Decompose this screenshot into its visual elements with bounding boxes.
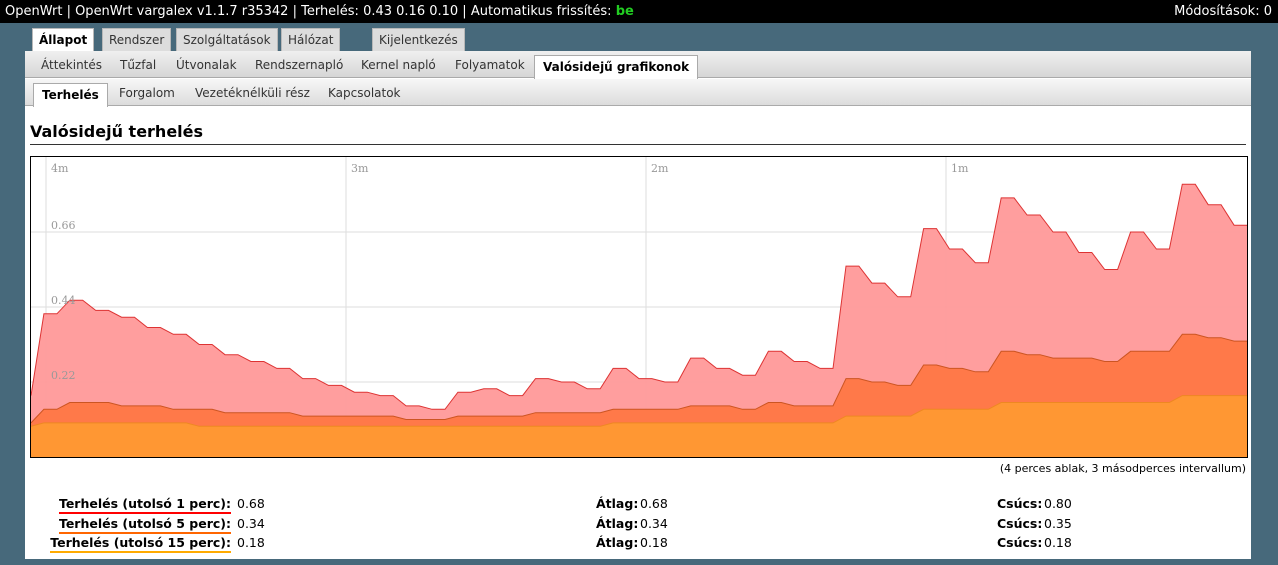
stat-label: Terhelés (utolsó 1 perc): <box>58 494 231 514</box>
stat-current: 0.18 <box>237 535 265 550</box>
stats-row-1min: Terhelés (utolsó 1 perc): 0.68 Átlag: 0.… <box>25 494 1251 514</box>
x-tick-label: 1m <box>951 162 969 175</box>
stat-avg-label: Átlag: <box>596 516 639 531</box>
stat-label-text: Terhelés (utolsó 15 perc): <box>50 535 231 553</box>
stat-peak-label: Csúcs: <box>997 496 1043 511</box>
stat-avg-label: Átlag: <box>596 535 639 550</box>
y-tick-label: 0.22 <box>51 369 76 382</box>
tab-status[interactable]: Állapot <box>32 28 95 52</box>
tab-kernel-log[interactable]: Kernel napló <box>353 51 444 78</box>
stat-peak: 0.35 <box>1044 516 1072 531</box>
x-tick-label: 4m <box>51 162 69 175</box>
tab-firewall[interactable]: Tűzfal <box>112 51 164 78</box>
tab-connections[interactable]: Kapcsolatok <box>320 79 409 106</box>
stat-peak-label: Csúcs: <box>997 535 1043 550</box>
tab-realtime-graphs[interactable]: Valósidejű grafikonok <box>534 55 699 79</box>
tab-overview[interactable]: Áttekintés <box>33 51 110 78</box>
stats-row-5min: Terhelés (utolsó 5 perc): 0.34 Átlag: 0.… <box>25 514 1251 534</box>
y-tick-label: 0.44 <box>51 294 76 307</box>
stat-avg-label: Átlag: <box>596 496 639 511</box>
top-status-bar: OpenWrt | OpenWrt vargalex v1.1.7 r35342… <box>0 0 1278 23</box>
tab-traffic[interactable]: Forgalom <box>111 79 183 106</box>
tab-logout[interactable]: Kijelentkezés <box>372 28 465 51</box>
stat-peak: 0.18 <box>1044 535 1072 550</box>
x-tick-label: 2m <box>651 162 669 175</box>
realtime-subtabs: Terhelés Forgalom Vezetéknélküli rész Ka… <box>25 79 1251 107</box>
stat-avg: 0.34 <box>640 516 668 531</box>
stat-peak: 0.80 <box>1044 496 1072 511</box>
tab-processes[interactable]: Folyamatok <box>447 51 533 78</box>
graph-caption: (4 perces ablak, 3 másodperces intervall… <box>999 462 1246 475</box>
load-chart-svg: 0.22 0.44 0.66 4m 3m 2m 1m <box>31 157 1247 457</box>
stat-label: Terhelés (utolsó 15 perc): <box>50 533 231 553</box>
stat-avg: 0.18 <box>640 535 668 550</box>
stat-label: Terhelés (utolsó 5 perc): <box>58 514 231 534</box>
stat-label-text: Terhelés (utolsó 5 perc): <box>58 516 231 534</box>
stat-avg: 0.68 <box>640 496 668 511</box>
tab-wireless[interactable]: Vezetéknélküli rész <box>187 79 318 106</box>
tab-routes[interactable]: Útvonalak <box>168 51 245 78</box>
changes-counter[interactable]: Módosítások: 0 <box>1174 0 1272 23</box>
status-subtabs: Áttekintés Tűzfal Útvonalak Rendszernapl… <box>25 51 1251 79</box>
y-tick-label: 0.66 <box>51 219 76 232</box>
load-graph: 0.22 0.44 0.66 4m 3m 2m 1m <box>30 156 1248 458</box>
tab-system[interactable]: Rendszer <box>102 28 172 51</box>
stats-row-15min: Terhelés (utolsó 15 perc): 0.18 Átlag: 0… <box>25 533 1251 553</box>
content-panel: Áttekintés Tűzfal Útvonalak Rendszernapl… <box>25 51 1251 559</box>
stat-label-text: Terhelés (utolsó 1 perc): <box>58 496 231 514</box>
stat-current: 0.34 <box>237 516 265 531</box>
stat-current: 0.68 <box>237 496 265 511</box>
auto-refresh-toggle[interactable]: be <box>616 4 634 19</box>
tab-network[interactable]: Hálózat <box>281 28 341 51</box>
stat-peak-label: Csúcs: <box>997 516 1043 531</box>
tab-services[interactable]: Szolgáltatások <box>176 28 278 51</box>
tab-load[interactable]: Terhelés <box>33 83 108 107</box>
tab-system-log[interactable]: Rendszernapló <box>247 51 351 78</box>
header-title: OpenWrt | OpenWrt vargalex v1.1.7 r35342… <box>5 4 612 19</box>
x-tick-label: 3m <box>351 162 369 175</box>
page-title: Valósidejű terhelés <box>30 122 1246 145</box>
